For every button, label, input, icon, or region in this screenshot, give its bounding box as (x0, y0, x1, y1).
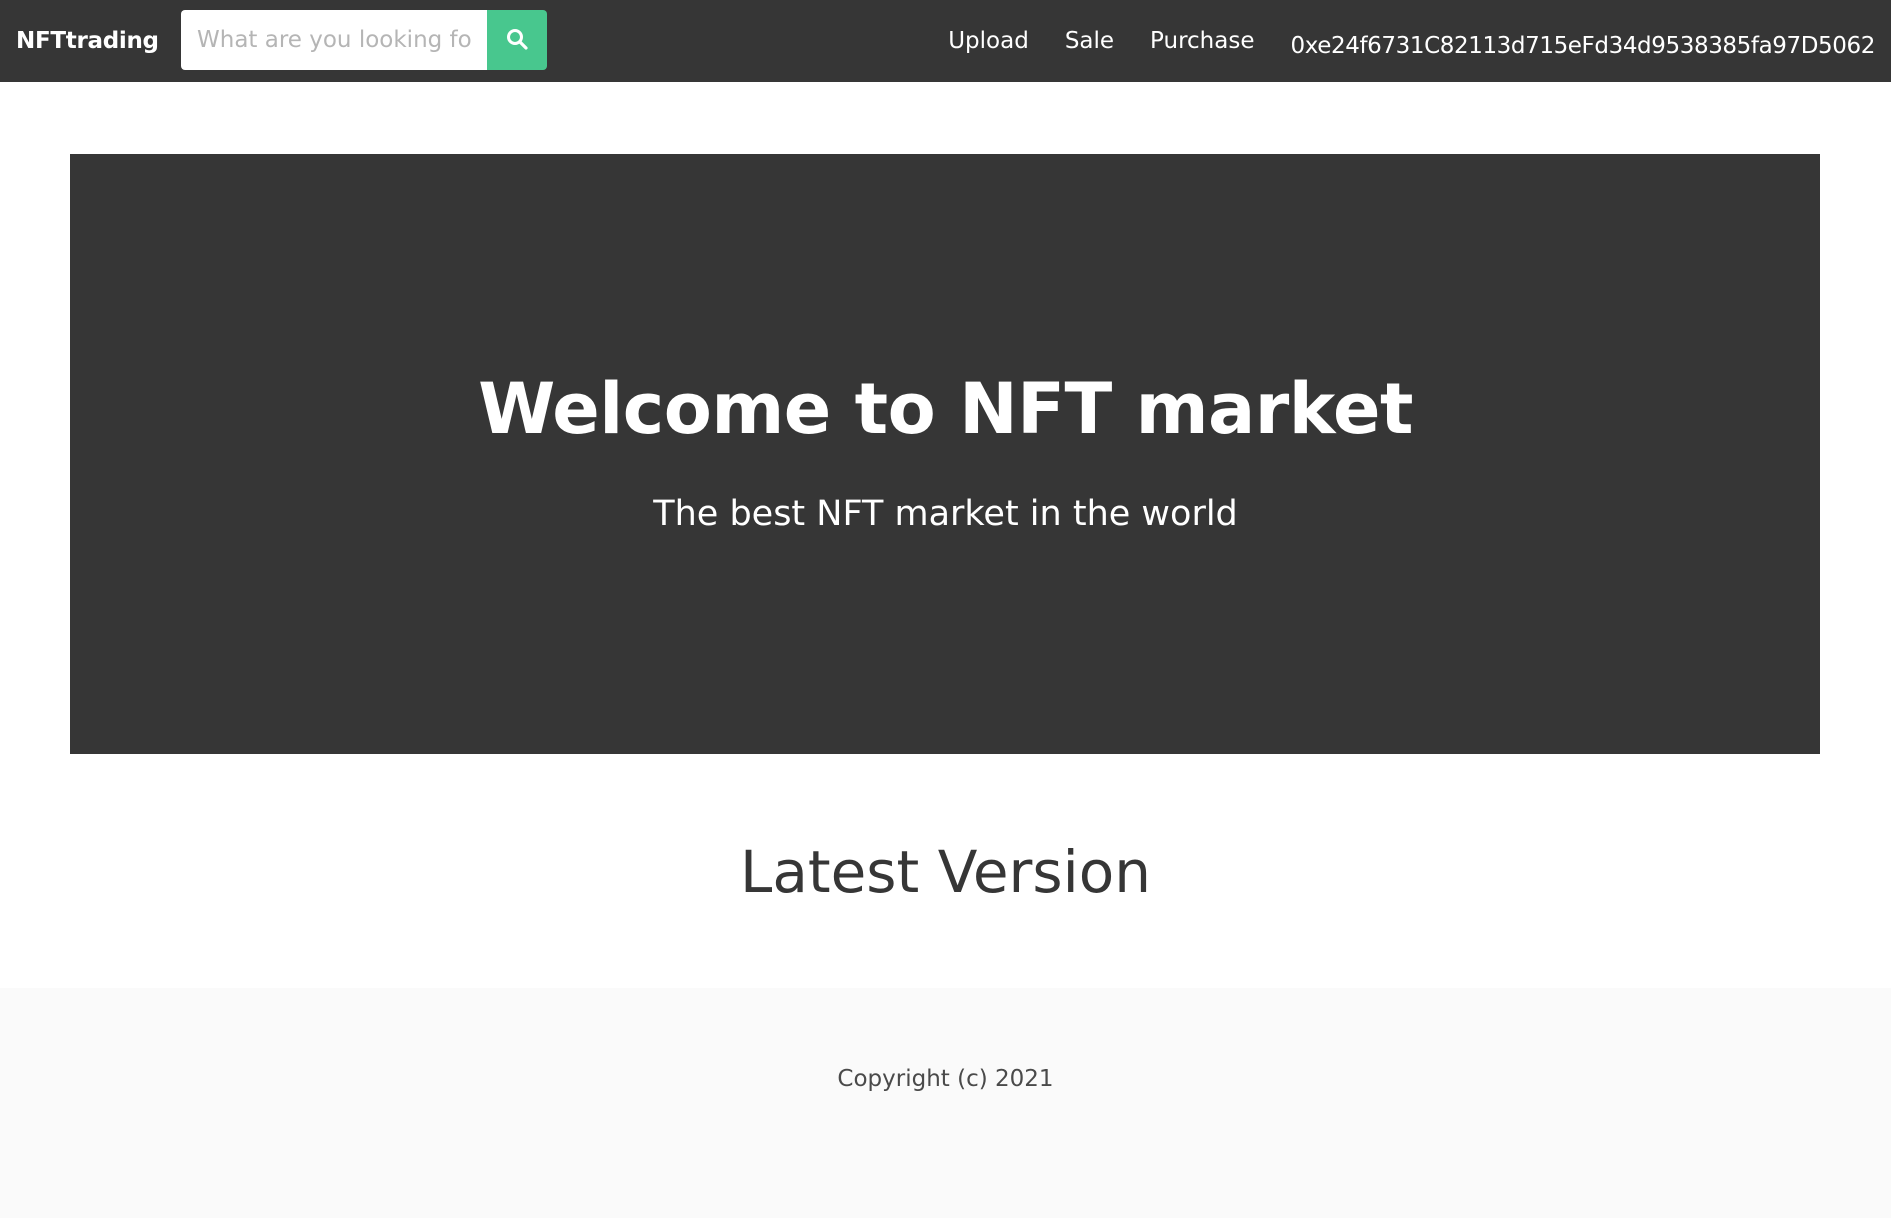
search-bar (181, 10, 547, 70)
nav-link-upload[interactable]: Upload (948, 28, 1029, 54)
nav-link-sale[interactable]: Sale (1065, 28, 1114, 54)
wallet-address[interactable]: 0xe24f6731C82113d715eFd34d9538385fa97D50… (1291, 33, 1876, 59)
top-navbar: NFTtrading Upload Sale Purchase 0xe24f67… (0, 0, 1891, 82)
search-input[interactable] (181, 10, 487, 70)
hero-title: Welcome to NFT market (478, 368, 1413, 450)
search-icon (506, 28, 528, 53)
hero-subtitle: The best NFT market in the world (653, 494, 1238, 534)
nav-links: Upload Sale Purchase 0xe24f6731C82113d71… (912, 0, 1875, 82)
copyright-text: Copyright (c) 2021 (837, 1066, 1054, 1092)
footer (0, 988, 1891, 1218)
nav-link-purchase[interactable]: Purchase (1150, 28, 1254, 54)
search-button[interactable] (487, 10, 547, 70)
latest-version-heading: Latest Version (740, 838, 1151, 906)
hero-banner (70, 154, 1820, 754)
brand-logo[interactable]: NFTtrading (16, 0, 159, 82)
